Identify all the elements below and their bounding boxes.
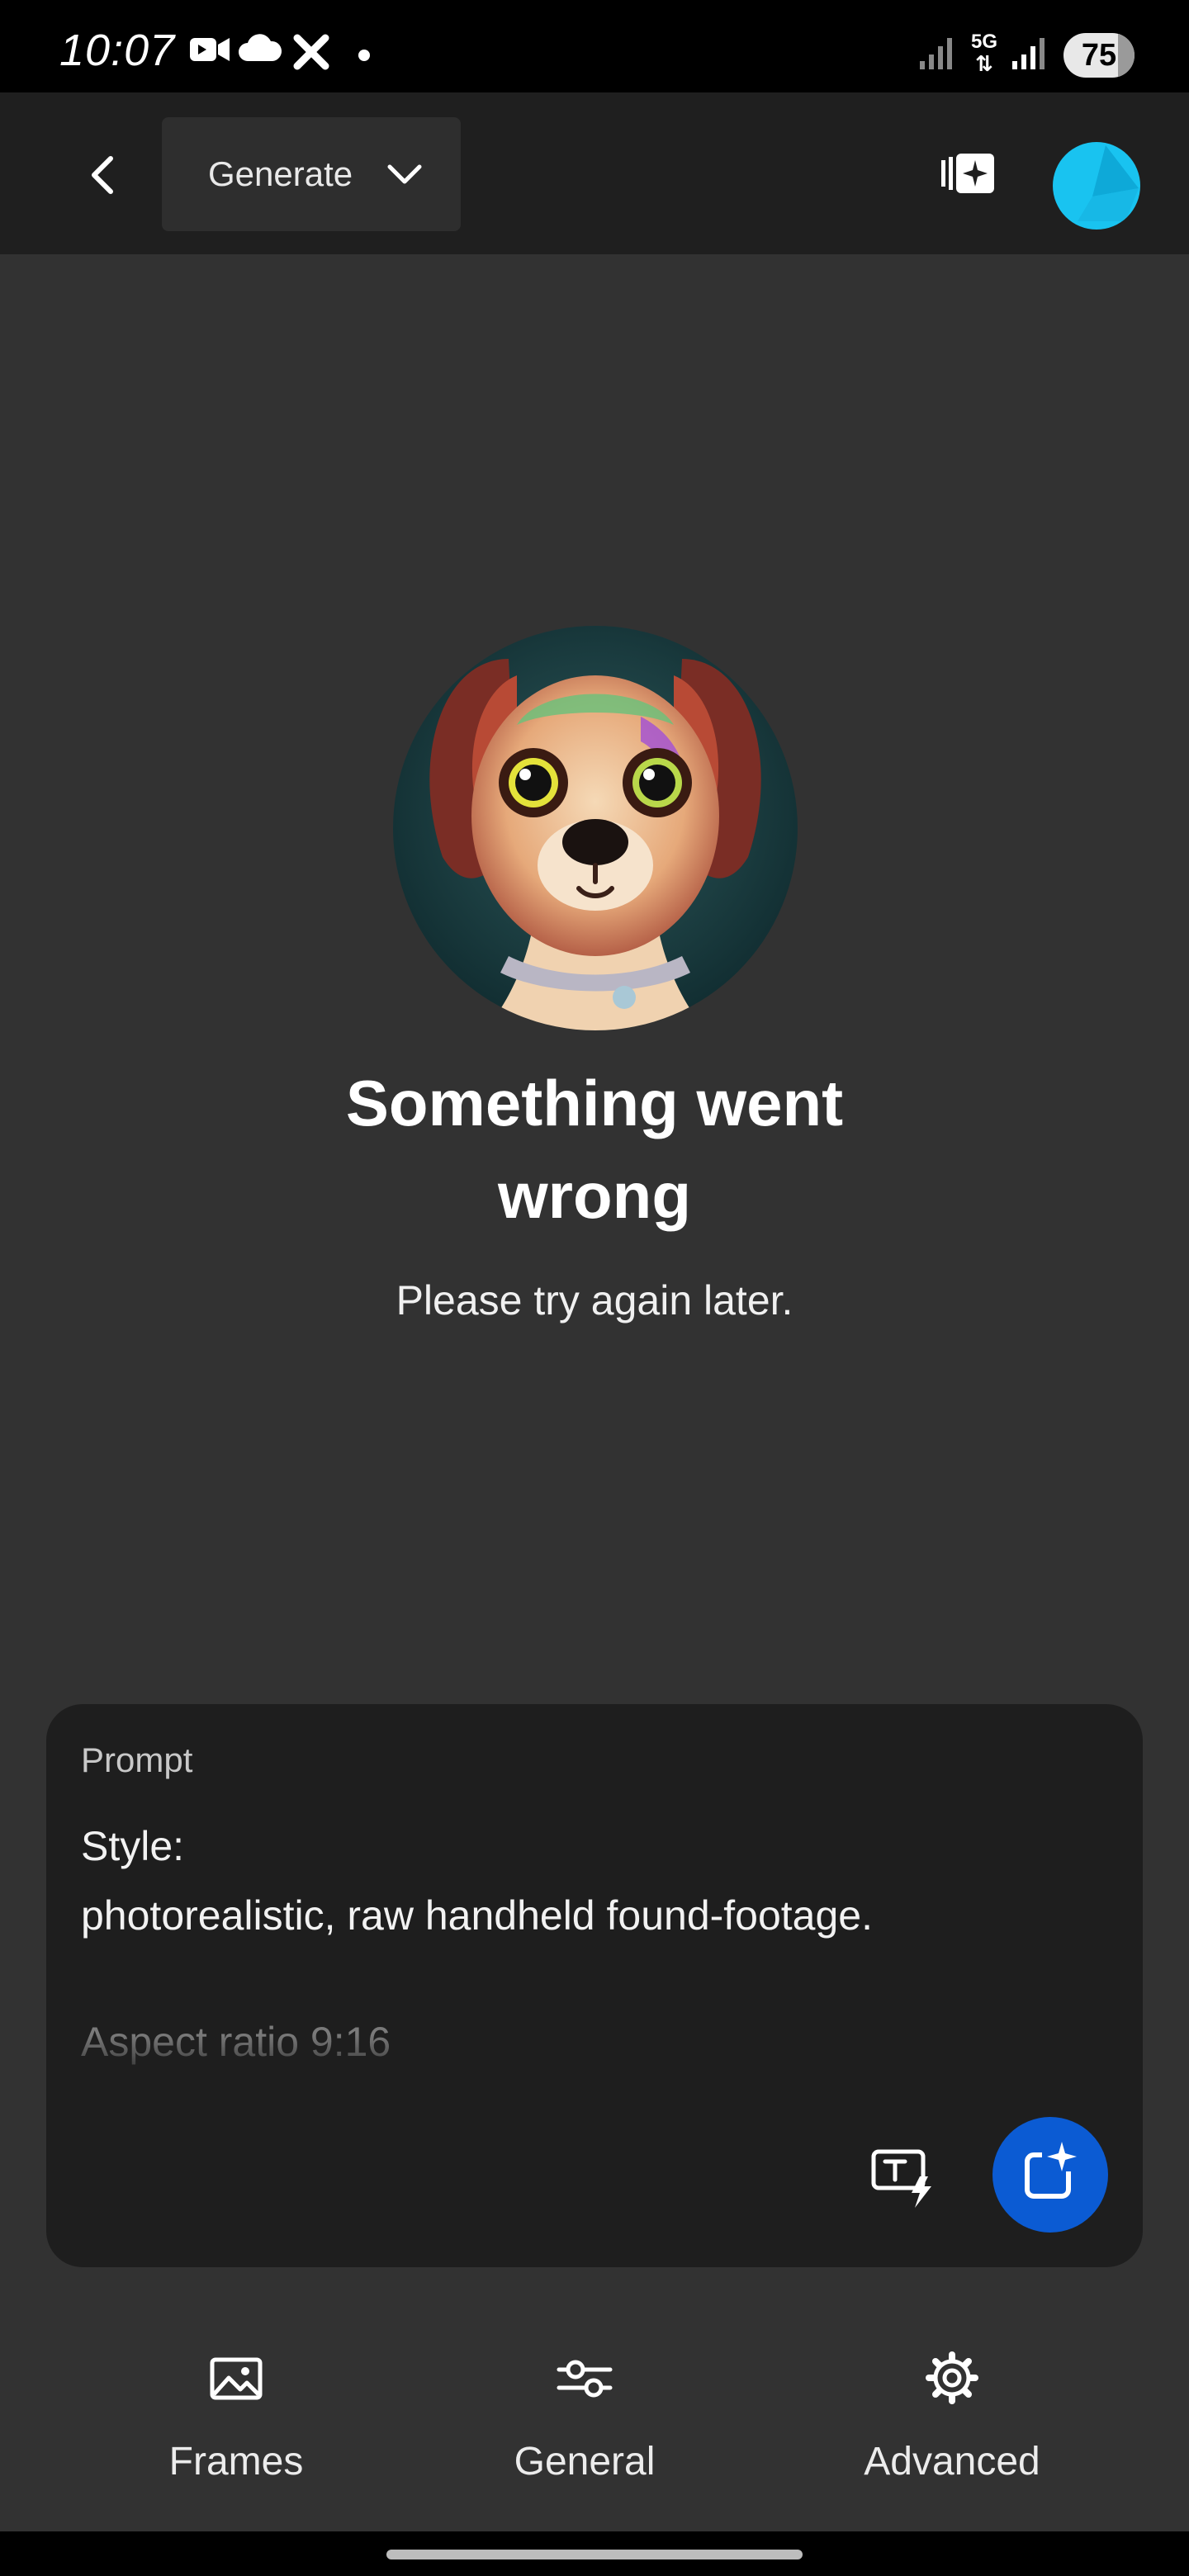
generate-button[interactable] <box>992 2117 1108 2233</box>
tab-frames-label: Frames <box>168 2440 304 2484</box>
mode-dropdown[interactable]: Generate <box>162 117 461 231</box>
prompt-line: Style: <box>81 1823 185 1869</box>
image-icon <box>210 2357 263 2400</box>
data-arrows-icon: ⇅ <box>975 51 993 76</box>
error-title: Something went wrong <box>264 1057 925 1242</box>
prompt-label: Prompt <box>81 1740 193 1779</box>
puppy-portrait-icon <box>393 626 798 1030</box>
prompt-textarea[interactable]: Style: photorealistic, raw handheld foun… <box>81 1811 1105 1950</box>
battery-indicator: 75 <box>1063 33 1135 78</box>
prompt-line: photorealistic, raw handheld found-foota… <box>81 1892 873 1939</box>
home-indicator[interactable] <box>386 2550 803 2559</box>
gear-icon <box>926 2351 978 2404</box>
network-label: 5G <box>970 31 997 53</box>
sparkle-edit-icon <box>1025 2142 1078 2199</box>
signal-icon-2 <box>1012 38 1045 69</box>
status-time: 10:07 <box>59 26 176 75</box>
mode-dropdown-label: Generate <box>208 154 353 193</box>
avatar-graphic-icon <box>1078 145 1139 221</box>
tab-advanced[interactable]: Advanced <box>828 2345 1076 2484</box>
tab-advanced-label: Advanced <box>864 2440 1040 2484</box>
error-subtitle: Please try again later. <box>396 1277 793 1324</box>
status-bar: 10:07 5G ⇅ 75 <box>0 0 1189 92</box>
sliders-icon <box>557 2360 613 2398</box>
error-title-line-1: Something went <box>345 1067 844 1139</box>
network-type: 5G ⇅ <box>966 31 1002 76</box>
text-effect-button[interactable] <box>869 2142 938 2211</box>
chevron-down-icon <box>387 164 422 184</box>
error-illustration <box>393 626 798 1030</box>
avatar[interactable] <box>1053 142 1140 230</box>
prompt-fade-overlay <box>46 2034 1143 2084</box>
notification-dot <box>358 50 370 61</box>
cloud-icon <box>239 34 282 61</box>
video-call-icon <box>190 38 230 61</box>
battery-level: 75 <box>1081 38 1117 73</box>
tab-frames[interactable]: Frames <box>112 2345 360 2484</box>
tools-icon <box>293 34 329 70</box>
signal-icon <box>920 38 952 69</box>
prompt-card: Prompt Style: photorealistic, raw handhe… <box>46 1704 1143 2267</box>
tab-general[interactable]: General <box>461 2345 708 2484</box>
video-sparkle-button[interactable] <box>940 152 996 195</box>
tab-general-label: General <box>514 2440 656 2484</box>
back-button[interactable] <box>79 150 129 200</box>
error-title-line-2: wrong <box>498 1159 691 1232</box>
top-app-bar: Generate <box>0 92 1189 254</box>
